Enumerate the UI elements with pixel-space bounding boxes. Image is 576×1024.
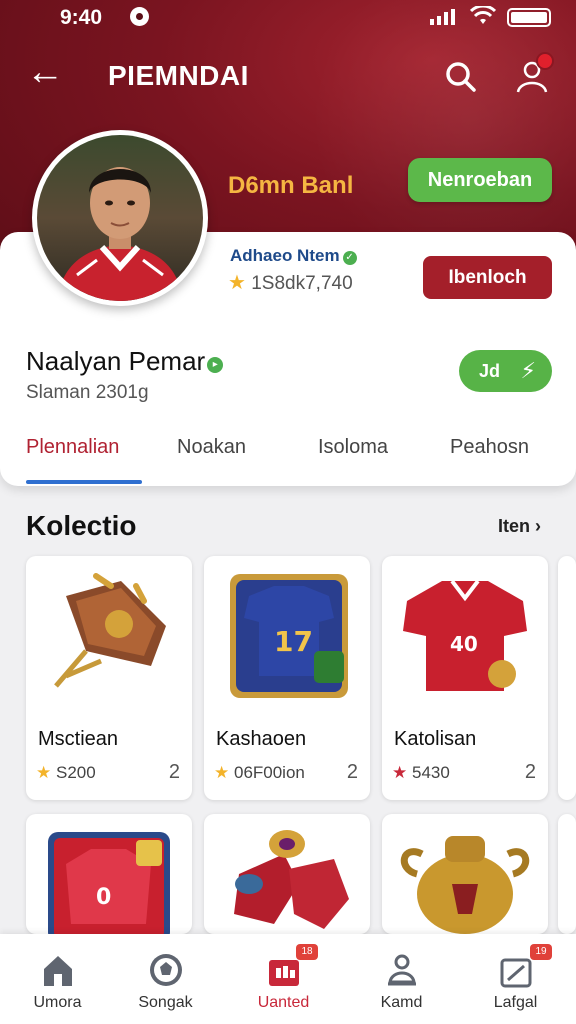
running-player-icon: ⚡ (520, 358, 536, 383)
verified-name-label: Adhaeo Ntem (230, 246, 340, 265)
username: Naalyan Pemar ▸ (26, 346, 224, 377)
star-icon: ★ (392, 763, 408, 782)
tab-noakan[interactable]: Noakan (177, 436, 246, 459)
svg-text:0: 0 (96, 885, 111, 910)
status-bar: 9:40 (0, 0, 576, 34)
nav-lafgal[interactable]: 19 Lafgal (458, 934, 573, 1024)
stats-pill-label: Jd (479, 361, 501, 381)
avatar[interactable] (32, 130, 208, 306)
item-count: 2 (168, 761, 180, 783)
item-count: 2 (346, 761, 358, 783)
player-portrait (57, 167, 183, 301)
item-price-value: 5430 (411, 763, 450, 782)
see-all-label: Iten (498, 516, 531, 536)
action-button[interactable]: Ibenloch (423, 256, 552, 299)
nav-kamd[interactable]: Kamd (344, 934, 459, 1024)
star-icon: ★ (228, 272, 246, 294)
display-name: D6mn Banl (228, 172, 354, 199)
item-count: 2 (524, 761, 536, 783)
tab-peahosn[interactable]: Peahosn (450, 436, 529, 459)
red-jersey-icon: 40 (403, 579, 527, 691)
trophy-horn-icon (54, 573, 166, 688)
calendar-icon (500, 958, 532, 988)
bottom-nav: Umora Songak 18 Uanted Kamd 19 Lafgal (0, 934, 576, 1024)
username-label: Naalyan Pemar (26, 346, 206, 376)
rating-value: 1S8dk7,740 (251, 273, 353, 294)
item-price: ★ 5430 (392, 763, 450, 783)
golden-urn-icon (400, 836, 530, 934)
tab-isoloma[interactable]: Isoloma (318, 436, 388, 459)
verified-check-icon: ✓ (342, 251, 357, 265)
nav-songak[interactable]: Songak (108, 934, 223, 1024)
signal-icon (430, 9, 455, 25)
item-price: ★ 06F00ion (214, 763, 305, 783)
home-icon (44, 956, 72, 986)
soccer-ball-icon (150, 954, 182, 986)
notification-badge (536, 52, 554, 70)
nav-label: Umora (33, 994, 82, 1011)
battery-icon (507, 8, 551, 27)
item-name: Kashaoen (216, 728, 307, 750)
tab-plennalian[interactable]: Plennalian (26, 436, 119, 459)
svg-text:40: 40 (450, 632, 478, 656)
profile-subtitle: Slaman 2301g (26, 382, 149, 403)
wifi-icon (470, 6, 496, 24)
nav-label: Kamd (380, 994, 423, 1011)
bell-icon (388, 954, 416, 986)
item-price: ★ S200 (36, 763, 96, 783)
status-time: 9:40 (60, 6, 103, 29)
item-price-value: S200 (55, 763, 96, 782)
search-icon[interactable] (444, 60, 476, 92)
see-all-link[interactable]: Iten › (498, 516, 541, 537)
collection-item-partial[interactable] (558, 814, 576, 934)
follow-button[interactable]: Nenroeban (408, 158, 552, 202)
nav-uanted[interactable]: 18 Uanted (226, 934, 341, 1024)
nav-badge: 19 (530, 944, 552, 960)
jersey-card-icon: 17 (230, 574, 348, 698)
player-card-icon: 0 (48, 832, 170, 934)
rating: ★ 1S8dk7,740 (228, 270, 353, 295)
active-tab-indicator (26, 480, 142, 484)
svg-text:17: 17 (274, 625, 313, 658)
nav-label: Uanted (257, 994, 310, 1011)
nav-badge: 18 (296, 944, 318, 960)
star-icon: ★ (214, 763, 230, 782)
back-arrow-icon[interactable]: ← (26, 52, 64, 92)
star-icon: ★ (36, 763, 52, 782)
boots-icon (234, 830, 349, 929)
item-name: Msctiean (38, 728, 119, 750)
stats-pill-button[interactable]: Jd ⚡ (459, 350, 552, 392)
collection-item[interactable] (382, 814, 548, 934)
item-name: Katolisan (394, 728, 477, 750)
app-bar: ← PIEMNDAI (0, 46, 576, 106)
collection-item[interactable]: Msctiean ★ S200 2 (26, 556, 192, 800)
collection-item[interactable]: 17 Kashaoen ★ 06F00ion 2 (204, 556, 370, 800)
record-icon (130, 7, 149, 26)
collection-item-partial[interactable] (558, 556, 576, 800)
chevron-right-icon: › (535, 516, 542, 536)
item-price-value: 06F00ion (233, 763, 305, 782)
nav-label: Songak (138, 994, 193, 1011)
nav-label: Lafgal (493, 994, 538, 1011)
page-title: PIEMNDAI (108, 60, 249, 91)
tab-bar: Plennalian Noakan Isoloma Peahosn (0, 420, 576, 486)
collection-item[interactable]: 0 (26, 814, 192, 934)
nav-home[interactable]: Umora (0, 934, 115, 1024)
section-title: Kolectio (26, 510, 137, 541)
verified-check-icon: ▸ (207, 357, 224, 373)
collection-item[interactable] (204, 814, 370, 934)
collection-item[interactable]: 40 Katolisan ★ 5430 2 (382, 556, 548, 800)
verified-name: Adhaeo Ntem ✓ (230, 246, 357, 266)
